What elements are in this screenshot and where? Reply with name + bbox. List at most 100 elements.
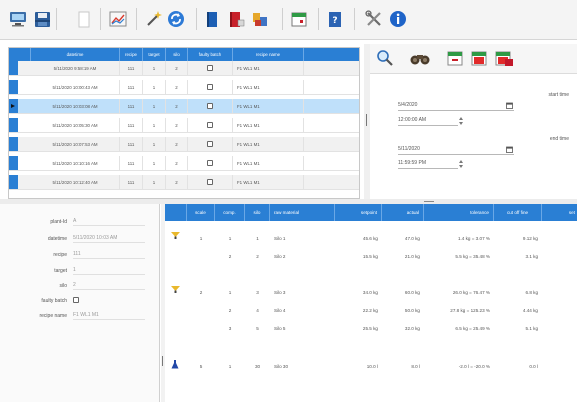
cell-setpoint: 45.6 kg: [362, 235, 378, 241]
column-header-cut-off-fine[interactable]: cut off fine: [494, 204, 542, 221]
table-row[interactable]: 5/11/2020 10:03:08 AM 111 1 2 F1 WL1 M1: [9, 99, 359, 114]
flask-blue-icon: [171, 360, 179, 371]
column-header-tolerance[interactable]: tolerance: [424, 204, 494, 221]
start-time-spinner[interactable]: [458, 117, 464, 126]
cell-recipe: 111: [120, 80, 143, 94]
calendar-minus-icon[interactable]: [446, 49, 464, 69]
row-selector[interactable]: [9, 80, 18, 94]
row-selector[interactable]: [9, 61, 18, 75]
calendar-dropdown-icon[interactable]: [506, 102, 513, 111]
table-row[interactable]: 5/11/2020 10:07:53 AM 111 1 2 F1 WL1 M1: [9, 137, 359, 152]
row-selector[interactable]: [9, 156, 18, 170]
wrench-screwdriver-icon[interactable]: [364, 9, 384, 29]
faulty-batch-checkbox[interactable]: [188, 137, 233, 151]
start-time-field[interactable]: 12:00:00 AM: [398, 117, 458, 126]
row-selector[interactable]: [9, 118, 18, 132]
table-row[interactable]: 3 5 Silo 5 25.5 kg 32.0 kg 6.5 kg = 25.49 % 5.…: [165, 319, 577, 337]
batch-table-header: datetime recipe target silo faulty batch…: [9, 48, 359, 61]
cell-datetime: 5/11/2020 10:07:53 AM: [31, 137, 120, 151]
cell-recipe-name: F1 WL1 M1: [233, 61, 304, 75]
detail-label-silo: silo: [59, 283, 67, 289]
table-row[interactable]: 5/11/2020 10:05:30 AM 111 1 2 F1 WL1 M1: [9, 118, 359, 133]
column-header-faulty-batch[interactable]: faulty batch: [188, 48, 233, 61]
column-header-datetime[interactable]: datetime: [31, 48, 120, 61]
faulty-batch-checkbox[interactable]: [188, 80, 233, 94]
detail-label-recipe-name: recipe name: [39, 313, 67, 319]
column-header-silo[interactable]: silo: [245, 204, 270, 221]
tools-box-icon[interactable]: [250, 9, 270, 29]
detail-label-datetime: datetime: [47, 236, 67, 242]
table-row[interactable]: 2 4 Silo 4 22.2 kg 50.0 kg 27.8 kg = 125.23 %…: [165, 301, 577, 319]
cell-scale: 2: [199, 289, 203, 295]
binoculars-icon[interactable]: [410, 50, 430, 68]
column-header-target[interactable]: target: [143, 48, 166, 61]
cell-raw-material: Silo 4: [274, 307, 286, 313]
column-header-recipe[interactable]: recipe: [120, 48, 143, 61]
column-header-scale[interactable]: scale: [187, 204, 215, 221]
end-time-field[interactable]: 11:59:59 PM: [398, 160, 458, 169]
cell-tolerance: 5.5 kg = 35.48 %: [455, 253, 490, 259]
cell-target: 1: [143, 61, 166, 75]
cell-datetime: 5/11/2020 10:10:16 AM: [31, 156, 120, 170]
faulty-batch-checkbox[interactable]: [188, 61, 233, 75]
book-blue-icon[interactable]: [204, 9, 220, 29]
start-date-field[interactable]: 5/4/2020: [398, 102, 514, 111]
table-row[interactable]: 5/11/2020 10:00:43 AM 111 1 2 F1 WL1 M1: [9, 80, 359, 95]
cell-comp: 1: [228, 235, 232, 241]
table-row[interactable]: 5/11/2020 10:10:16 AM 111 1 2 F1 WL1 M1: [9, 156, 359, 171]
table-row[interactable]: 5/11/2020 9:58:19 AM 111 1 2 F1 WL1 M1: [9, 61, 359, 76]
column-header-raw-material[interactable]: raw material: [270, 204, 335, 221]
detail-value-datetime: 5/11/2020 10:03 AM: [73, 235, 145, 243]
magic-wand-icon[interactable]: [144, 9, 164, 29]
calendar-red-icon[interactable]: [470, 49, 488, 69]
cell-raw-material: Silo 1: [274, 235, 286, 241]
faulty-batch-checkbox[interactable]: [188, 156, 233, 170]
table-row[interactable]: 5/11/2020 10:12:40 AM 111 1 2 F1 WL1 M1: [9, 175, 359, 190]
column-header-set[interactable]: set: [542, 204, 577, 221]
calendar-dropdown-icon-end[interactable]: [506, 146, 513, 155]
end-time-spinner[interactable]: [458, 160, 464, 169]
column-header-silo[interactable]: silo: [166, 48, 188, 61]
row-selector[interactable]: [9, 99, 18, 113]
cell-recipe: 111: [120, 156, 143, 170]
table-row[interactable]: 2 2 Silo 2 15.5 kg 21.0 kg 5.5 kg = 35.48 % 3.…: [165, 247, 577, 265]
main-toolbar: ?: [0, 0, 577, 40]
cell-raw-material: Silo 3: [274, 289, 286, 295]
faulty-batch-checkbox[interactable]: [188, 175, 233, 189]
book-red-icon[interactable]: [228, 9, 246, 29]
table-row[interactable]: 5 1 30 Silo 30 10.0 l 8.0 l -2.0 l = -20.0 % 0.…: [165, 357, 577, 375]
cell-recipe-name: F1 WL1 M1: [233, 175, 304, 189]
save-icon[interactable]: [32, 9, 52, 29]
calendar-red-stack-icon[interactable]: [494, 49, 514, 69]
detail-value-silo: 2: [73, 282, 145, 290]
detail-faulty-batch-checkbox: [73, 297, 79, 303]
monitor-icon[interactable]: [8, 9, 28, 29]
cell-datetime: 5/11/2020 10:05:30 AM: [31, 118, 120, 132]
end-date-field[interactable]: 5/11/2020: [398, 146, 514, 155]
detail-value-target: 1: [73, 267, 145, 275]
help-book-icon[interactable]: ?: [326, 9, 344, 29]
info-icon[interactable]: [388, 9, 408, 29]
end-time-label: end time: [549, 136, 569, 142]
start-time-label: start time: [548, 92, 569, 98]
cell-recipe-name: F1 WL1 M1: [233, 80, 304, 94]
column-header-recipe-name[interactable]: recipe name: [233, 48, 304, 61]
refresh-icon[interactable]: [166, 9, 186, 29]
column-header-comp[interactable]: comp.: [215, 204, 245, 221]
cell-comp: 1: [228, 363, 232, 369]
magnifier-icon[interactable]: [376, 49, 394, 69]
row-selector[interactable]: [9, 175, 18, 189]
column-header-actual[interactable]: actual: [382, 204, 424, 221]
column-header-setpoint[interactable]: setpoint: [335, 204, 382, 221]
table-row[interactable]: 2 1 3 Silo 3 34.0 kg 60.0 kg 26.0 kg = 76.47 %…: [165, 283, 577, 301]
blank-document-icon[interactable]: [76, 9, 92, 29]
calendar-icon[interactable]: [290, 9, 308, 29]
row-selector[interactable]: [9, 137, 18, 151]
faulty-batch-checkbox[interactable]: [188, 99, 233, 113]
detail-label-recipe: recipe: [53, 252, 67, 258]
chart-icon[interactable]: [108, 9, 128, 29]
cell-cut-off-fine: 0.0 l: [529, 363, 538, 369]
table-row[interactable]: 1 1 1 Silo 1 45.6 kg 47.0 kg 1.4 kg = 3.07 % 9.…: [165, 229, 577, 247]
faulty-batch-checkbox[interactable]: [188, 118, 233, 132]
cell-target: 1: [143, 99, 166, 113]
